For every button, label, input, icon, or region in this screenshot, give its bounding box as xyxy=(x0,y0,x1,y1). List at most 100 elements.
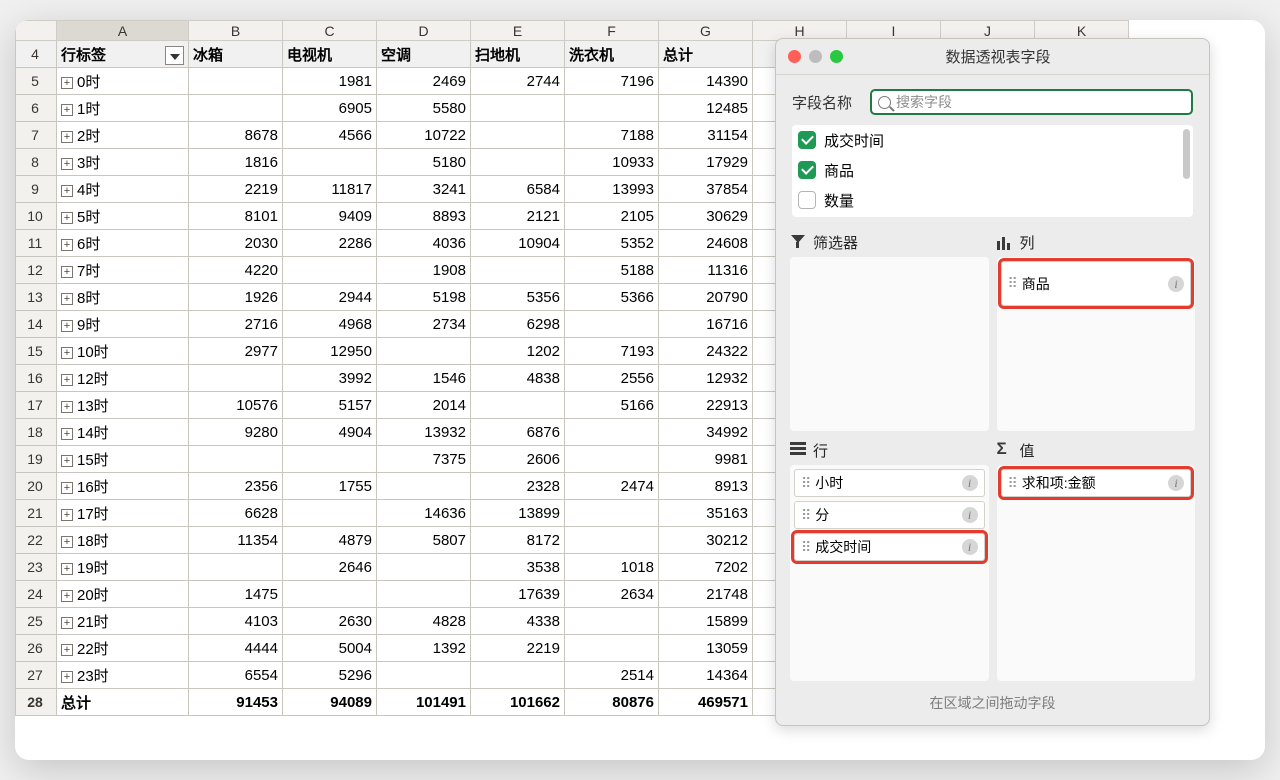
row-number[interactable]: 10 xyxy=(16,203,57,230)
row-number[interactable]: 21 xyxy=(16,500,57,527)
values-area[interactable]: Σ值 ⠿求和项:金额i xyxy=(997,439,1196,681)
expand-icon[interactable]: + xyxy=(61,212,73,224)
cell[interactable]: 16716 xyxy=(659,311,753,338)
cell[interactable]: 9409 xyxy=(283,203,377,230)
expand-icon[interactable]: + xyxy=(61,455,73,467)
cell[interactable]: 4566 xyxy=(283,122,377,149)
cell[interactable]: 30629 xyxy=(659,203,753,230)
row-label[interactable]: +20时 xyxy=(57,581,189,608)
cell[interactable]: 3241 xyxy=(377,176,471,203)
expand-icon[interactable]: + xyxy=(61,185,73,197)
cell[interactable]: 94089 xyxy=(283,689,377,716)
row-field-chip[interactable]: ⠿成交时间i xyxy=(794,533,985,561)
row-number[interactable]: 13 xyxy=(16,284,57,311)
close-icon[interactable] xyxy=(788,50,801,63)
row-label[interactable]: +1时 xyxy=(57,95,189,122)
cell[interactable]: 3992 xyxy=(283,365,377,392)
row-label[interactable]: +3时 xyxy=(57,149,189,176)
row-label[interactable]: +7时 xyxy=(57,257,189,284)
column-header[interactable]: C xyxy=(283,21,377,41)
column-label[interactable]: 冰箱 xyxy=(189,41,283,68)
row-number[interactable]: 27 xyxy=(16,662,57,689)
row-number[interactable]: 22 xyxy=(16,527,57,554)
column-header[interactable]: A xyxy=(57,21,189,41)
cell[interactable]: 13993 xyxy=(565,176,659,203)
cell[interactable]: 2977 xyxy=(189,338,283,365)
info-icon[interactable]: i xyxy=(1168,276,1184,292)
cell[interactable]: 10722 xyxy=(377,122,471,149)
filters-area[interactable]: 筛选器 xyxy=(790,231,989,431)
cell[interactable] xyxy=(377,338,471,365)
cell[interactable]: 10904 xyxy=(471,230,565,257)
expand-icon[interactable]: + xyxy=(61,293,73,305)
cell[interactable] xyxy=(283,581,377,608)
cell[interactable]: 21748 xyxy=(659,581,753,608)
cell[interactable] xyxy=(471,95,565,122)
row-number[interactable]: 28 xyxy=(16,689,57,716)
cell[interactable]: 34992 xyxy=(659,419,753,446)
cell[interactable]: 4879 xyxy=(283,527,377,554)
cell[interactable]: 2744 xyxy=(471,68,565,95)
row-number[interactable]: 11 xyxy=(16,230,57,257)
row-label[interactable]: +23时 xyxy=(57,662,189,689)
column-header[interactable]: E xyxy=(471,21,565,41)
cell[interactable]: 11354 xyxy=(189,527,283,554)
column-label[interactable]: 空调 xyxy=(377,41,471,68)
row-number[interactable]: 5 xyxy=(16,68,57,95)
cell[interactable]: 101491 xyxy=(377,689,471,716)
row-number[interactable]: 19 xyxy=(16,446,57,473)
row-label[interactable]: +17时 xyxy=(57,500,189,527)
column-label[interactable]: 电视机 xyxy=(283,41,377,68)
cell[interactable]: 30212 xyxy=(659,527,753,554)
cell[interactable]: 8913 xyxy=(659,473,753,500)
cell[interactable]: 9280 xyxy=(189,419,283,446)
cell[interactable] xyxy=(189,95,283,122)
expand-icon[interactable]: + xyxy=(61,671,73,683)
column-field-chip[interactable]: ⠿ 商品 i xyxy=(1001,261,1192,306)
row-number[interactable]: 15 xyxy=(16,338,57,365)
row-label[interactable]: +0时 xyxy=(57,68,189,95)
cell[interactable]: 4828 xyxy=(377,608,471,635)
cell[interactable]: 17929 xyxy=(659,149,753,176)
cell[interactable] xyxy=(565,95,659,122)
column-header[interactable]: G xyxy=(659,21,753,41)
cell[interactable]: 6584 xyxy=(471,176,565,203)
cell[interactable]: 13059 xyxy=(659,635,753,662)
row-label[interactable]: +19时 xyxy=(57,554,189,581)
cell[interactable]: 1816 xyxy=(189,149,283,176)
checkbox-icon[interactable] xyxy=(798,131,816,149)
cell[interactable]: 10933 xyxy=(565,149,659,176)
cell[interactable] xyxy=(565,311,659,338)
cell[interactable] xyxy=(283,257,377,284)
row-label[interactable]: +2时 xyxy=(57,122,189,149)
checkbox-icon[interactable] xyxy=(798,161,816,179)
cell[interactable] xyxy=(565,608,659,635)
cell[interactable]: 2474 xyxy=(565,473,659,500)
zoom-icon[interactable] xyxy=(830,50,843,63)
row-number[interactable]: 20 xyxy=(16,473,57,500)
row-labels-header[interactable]: 行标签 xyxy=(57,41,189,68)
cell[interactable]: 8101 xyxy=(189,203,283,230)
cell[interactable]: 2514 xyxy=(565,662,659,689)
cell[interactable]: 4036 xyxy=(377,230,471,257)
cell[interactable]: 2630 xyxy=(283,608,377,635)
cell[interactable]: 2014 xyxy=(377,392,471,419)
cell[interactable]: 4838 xyxy=(471,365,565,392)
cell[interactable]: 8893 xyxy=(377,203,471,230)
cell[interactable]: 2286 xyxy=(283,230,377,257)
expand-icon[interactable]: + xyxy=(61,563,73,575)
cell[interactable]: 6905 xyxy=(283,95,377,122)
cell[interactable]: 2030 xyxy=(189,230,283,257)
cell[interactable]: 2716 xyxy=(189,311,283,338)
cell[interactable] xyxy=(565,419,659,446)
filter-dropdown-icon[interactable] xyxy=(165,46,184,65)
cell[interactable] xyxy=(283,500,377,527)
column-label[interactable]: 总计 xyxy=(659,41,753,68)
cell[interactable]: 5166 xyxy=(565,392,659,419)
cell[interactable]: 8172 xyxy=(471,527,565,554)
cell[interactable]: 4968 xyxy=(283,311,377,338)
cell[interactable]: 2734 xyxy=(377,311,471,338)
row-field-chip[interactable]: ⠿分i xyxy=(794,501,985,529)
cell[interactable]: 469571 xyxy=(659,689,753,716)
row-label[interactable]: +15时 xyxy=(57,446,189,473)
